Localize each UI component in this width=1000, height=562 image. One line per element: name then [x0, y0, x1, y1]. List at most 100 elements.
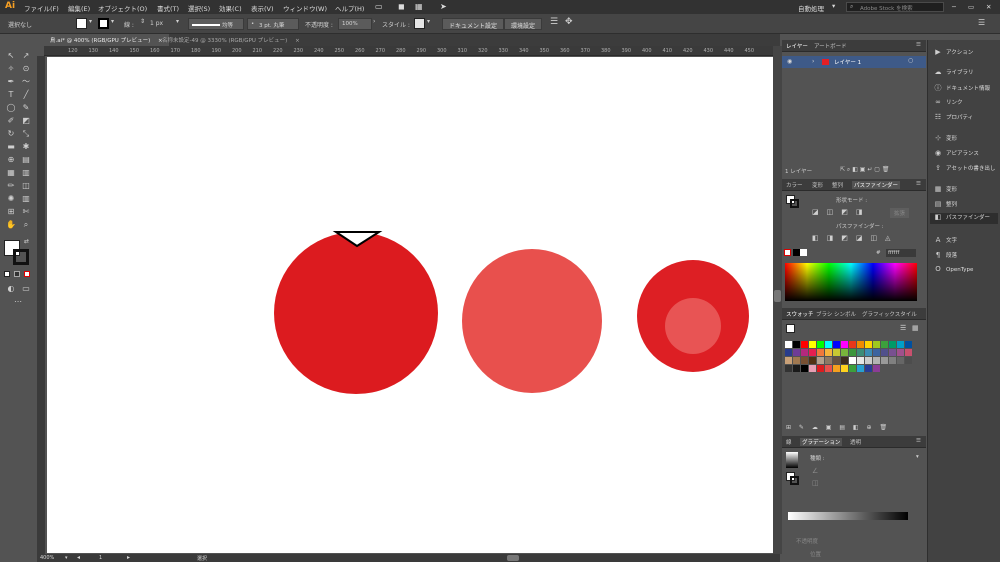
eyedropper-icon[interactable]: ✏	[5, 180, 17, 192]
screen-mode-icon[interactable]: ▭	[20, 283, 32, 295]
menu-type[interactable]: 書式(T)	[157, 3, 179, 13]
tab-document-inactive[interactable]: 名称未設定-49 @ 3330% (RGB/GPU プレビュー) ×	[156, 34, 306, 46]
shape-builder-icon[interactable]: ⊕	[5, 154, 17, 166]
color-swatch[interactable]	[817, 365, 824, 372]
stroke-profile-select[interactable]: 均等	[188, 18, 244, 30]
dock-libraries[interactable]: ☁ ライブラリ	[934, 68, 974, 76]
horizontal-scroll-thumb[interactable]	[507, 555, 519, 561]
color-swatch[interactable]	[873, 365, 880, 372]
lasso-icon[interactable]: ⊙	[20, 63, 32, 75]
panel-menu-icon[interactable]: ☰	[916, 42, 921, 48]
color-swatch[interactable]	[897, 341, 904, 348]
color-swatch[interactable]	[817, 349, 824, 356]
color-swatch[interactable]	[905, 357, 912, 364]
white-color-icon[interactable]	[800, 249, 807, 256]
close-icon[interactable]: ✕	[986, 3, 991, 11]
hex-value-field[interactable]: ffffff	[886, 249, 916, 257]
next-artboard-icon[interactable]: ▸	[127, 554, 130, 561]
color-swatch[interactable]	[801, 357, 808, 364]
list-view-icon[interactable]: ☰	[900, 324, 906, 332]
zoom-level[interactable]: 400%	[40, 555, 54, 561]
scale-tool-icon[interactable]: ⤡	[20, 128, 32, 140]
opacity-arrow-icon[interactable]: ›	[373, 18, 375, 25]
swatch-grid[interactable]	[785, 341, 921, 381]
dock-paragraph[interactable]: ¶ 段落	[934, 251, 957, 259]
color-swatch[interactable]	[801, 365, 808, 372]
artboard-canvas[interactable]	[47, 57, 773, 553]
color-swatch[interactable]	[905, 341, 912, 348]
style-chevron-icon[interactable]: ▾	[427, 18, 430, 25]
color-swatch[interactable]	[825, 365, 832, 372]
color-swatch[interactable]	[857, 357, 864, 364]
swatch-action-icons[interactable]: ⊞ ✎ ☁ ▣ ▤ ◧ ⊕ 🗑	[786, 424, 890, 431]
color-swatch[interactable]	[817, 357, 824, 364]
pen-tool-icon[interactable]: ✒	[5, 76, 17, 88]
slice-tool-icon[interactable]: ✄	[20, 206, 32, 218]
artboard-number[interactable]: 1	[99, 555, 102, 561]
tab-artboards[interactable]: アートボード	[814, 42, 847, 50]
menu-object[interactable]: オブジェクト(O)	[98, 3, 147, 13]
gradient-angle-icon[interactable]: ∠	[812, 467, 818, 475]
color-mode-icon[interactable]	[4, 271, 10, 277]
none-color-icon[interactable]	[784, 249, 791, 256]
stroke-weight-chevron-icon[interactable]: ▾	[176, 18, 179, 25]
color-swatch[interactable]	[801, 341, 808, 348]
tab-close-icon[interactable]: ×	[295, 38, 300, 44]
tab-gradient[interactable]: グラデーション	[800, 438, 843, 446]
color-swatch[interactable]	[865, 349, 872, 356]
paintbrush-icon[interactable]: ✎	[20, 102, 32, 114]
color-swatch[interactable]	[873, 349, 880, 356]
menu-effect[interactable]: 効果(C)	[219, 3, 242, 13]
color-swatch[interactable]	[881, 357, 888, 364]
color-swatch[interactable]	[793, 349, 800, 356]
selection-tool-icon[interactable]: ↖	[5, 50, 17, 62]
dock-transform[interactable]: ⊹ 変形	[934, 134, 957, 142]
color-swatch[interactable]	[873, 357, 880, 364]
menu-window[interactable]: ウィンドウ(W)	[283, 3, 327, 13]
puppet-warp-icon[interactable]: ✱	[20, 141, 32, 153]
zoom-chevron-icon[interactable]: ▾	[65, 555, 68, 561]
color-swatch[interactable]	[841, 341, 848, 348]
color-swatch[interactable]	[897, 349, 904, 356]
dock-properties[interactable]: ☷ プロパティ	[934, 113, 973, 121]
color-swatch[interactable]	[873, 341, 880, 348]
tab-pathfinder[interactable]: パスファインダー	[852, 181, 901, 189]
vertical-scrollbar[interactable]	[773, 46, 782, 554]
opacity-label[interactable]: 不透明度 :	[305, 20, 333, 29]
color-swatch[interactable]	[793, 365, 800, 372]
color-swatch[interactable]	[793, 357, 800, 364]
color-swatch[interactable]	[897, 357, 904, 364]
hand-tool-icon[interactable]: ✋	[5, 219, 17, 231]
color-swatch[interactable]	[849, 341, 856, 348]
edit-toolbar-icon[interactable]: ⋯	[12, 296, 24, 308]
horizontal-ruler[interactable]: 120 130 140 150 160 170 180 190 200 210 220 230 240 2…	[44, 46, 774, 56]
tab-layers[interactable]: レイヤー	[786, 42, 808, 50]
color-swatch[interactable]	[841, 365, 848, 372]
color-swatch[interactable]	[817, 341, 824, 348]
ellipse-tool-icon[interactable]: ◯	[5, 102, 17, 114]
gradient-preview[interactable]	[786, 452, 798, 468]
dock-asset-export[interactable]: ⇪ アセットの書き出し	[934, 164, 995, 172]
dock-links[interactable]: ∞ リンク	[934, 98, 962, 106]
stroke-swatch[interactable]	[98, 18, 109, 29]
gradient-mode-icon[interactable]	[14, 271, 20, 277]
menu-help[interactable]: ヘルプ(H)	[335, 3, 364, 13]
color-swatch[interactable]	[841, 349, 848, 356]
color-swatch[interactable]	[881, 349, 888, 356]
document-setup-button[interactable]: ドキュメント設定	[442, 18, 505, 30]
color-swatch[interactable]	[833, 341, 840, 348]
stroke-chevron-icon[interactable]: ▾	[111, 18, 114, 25]
color-swatch[interactable]	[849, 365, 856, 372]
color-swatch[interactable]	[857, 341, 864, 348]
scroll-thumb[interactable]	[774, 290, 781, 302]
color-swatch[interactable]	[825, 357, 832, 364]
color-swatch[interactable]	[857, 349, 864, 356]
shape-mode-icons[interactable]: ◪◫◩◨	[812, 208, 870, 216]
gradient-slider[interactable]	[788, 512, 908, 520]
layer-row[interactable]: ◉ › レイヤー 1 ○	[782, 56, 926, 68]
expand-button[interactable]: 拡張	[890, 208, 910, 218]
prev-artboard-icon[interactable]: ◂	[77, 554, 80, 561]
tab-transparency[interactable]: 透明	[850, 438, 861, 446]
color-swatch[interactable]	[825, 349, 832, 356]
swap-colors-icon[interactable]: ⇄	[24, 238, 29, 245]
